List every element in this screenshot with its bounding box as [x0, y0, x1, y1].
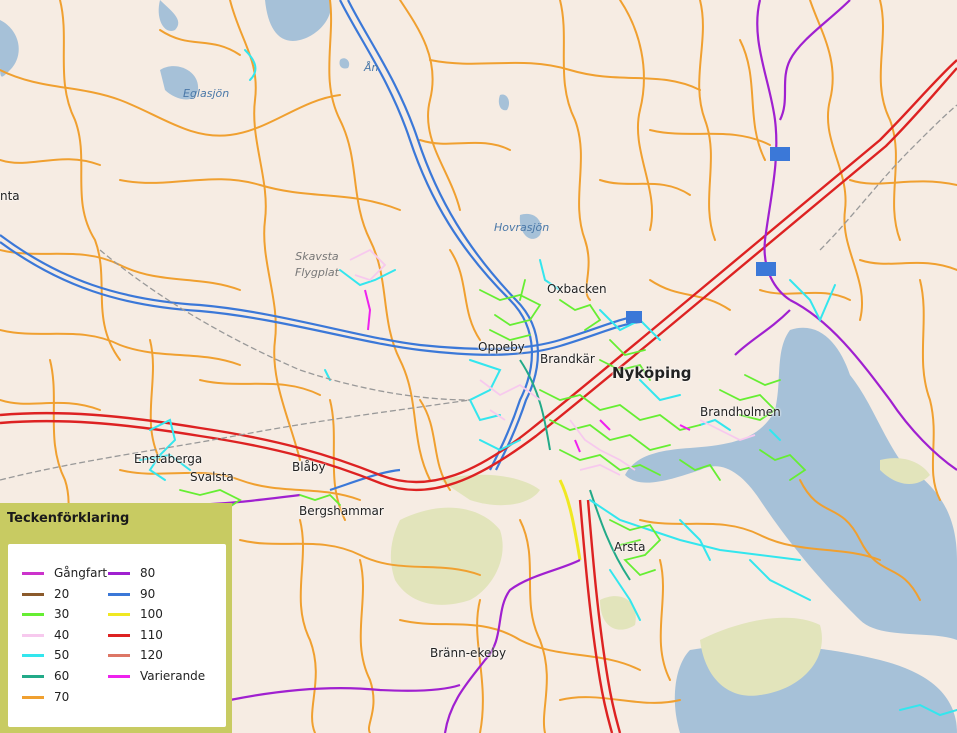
place-label-arsta: Arsta: [614, 540, 646, 554]
legend-label: 30: [54, 607, 70, 621]
legend-item-varierande: Varierande: [108, 668, 205, 684]
lake-label-lan: Ån: [364, 61, 379, 74]
place-label-enstaberga: Enstaberga: [134, 452, 203, 466]
legend-item-gangfart: Gångfart: [22, 565, 107, 581]
legend-label: 50: [54, 648, 70, 662]
legend-label: Varierande: [140, 669, 206, 683]
legend-label: 60: [54, 669, 70, 683]
legend-item-90: 90: [108, 586, 155, 602]
lake-label-hovrasjon: Hovrasjön: [494, 221, 550, 234]
legend-swatch: [22, 695, 44, 699]
legend-swatch: [22, 674, 44, 678]
map-legend: Teckenförklaring Gångfart 20 30 40 50 60: [0, 503, 232, 733]
place-label-oxbacken: Oxbacken: [547, 282, 607, 296]
place-label-bergshammar: Bergshammar: [299, 504, 384, 518]
legend-swatch: [22, 592, 44, 596]
place-label-brandholmen: Brandholmen: [700, 405, 781, 419]
place-label-branneekeby: Bränn-ekeby: [430, 646, 507, 660]
legend-title: Teckenförklaring: [7, 511, 130, 526]
airport-label-line1: Skavsta: [295, 250, 339, 263]
legend-swatch: [22, 571, 44, 575]
legend-label: 80: [140, 566, 156, 580]
legend-label: 100: [140, 607, 163, 621]
legend-item-60: 60: [22, 668, 69, 684]
legend-swatch: [108, 612, 130, 616]
legend-swatch: [108, 592, 130, 596]
legend-swatch: [22, 633, 44, 637]
legend-label: 70: [54, 690, 70, 704]
legend-swatch: [108, 653, 130, 657]
legend-swatch: [22, 612, 44, 616]
place-label-jonaker: nta: [0, 189, 20, 203]
lake-label-eglasjon: Eglasjön: [183, 87, 230, 100]
legend-label: 40: [54, 628, 70, 642]
place-label-svalsta: Svalsta: [190, 470, 234, 484]
place-label-blaby: Blåby: [292, 460, 326, 474]
legend-label: 110: [140, 628, 163, 642]
place-label-brandkar: Brandkär: [540, 352, 595, 366]
place-label-oppeby: Oppeby: [478, 340, 525, 354]
legend-swatch: [22, 653, 44, 657]
legend-swatch: [108, 674, 130, 678]
legend-item-70: 70: [22, 689, 69, 705]
place-label-nykoping: Nyköping: [612, 364, 692, 382]
legend-item-120: 120: [108, 647, 163, 663]
legend-item-100: 100: [108, 606, 163, 622]
legend-label: 90: [140, 587, 156, 601]
legend-panel: Gångfart 20 30 40 50 60 70 80 90 100 110…: [8, 544, 226, 727]
legend-item-20: 20: [22, 586, 69, 602]
legend-swatch: [108, 571, 130, 575]
legend-item-50: 50: [22, 647, 69, 663]
legend-item-40: 40: [22, 627, 69, 643]
airport-label-line2: Flygplat: [295, 266, 339, 279]
legend-item-30: 30: [22, 606, 69, 622]
airport-label: Skavsta Flygplat: [295, 249, 339, 281]
legend-label: Gångfart: [54, 566, 108, 580]
legend-swatch: [108, 633, 130, 637]
legend-label: 120: [140, 648, 163, 662]
legend-item-80: 80: [108, 565, 155, 581]
legend-item-110: 110: [108, 627, 163, 643]
legend-label: 20: [54, 587, 70, 601]
